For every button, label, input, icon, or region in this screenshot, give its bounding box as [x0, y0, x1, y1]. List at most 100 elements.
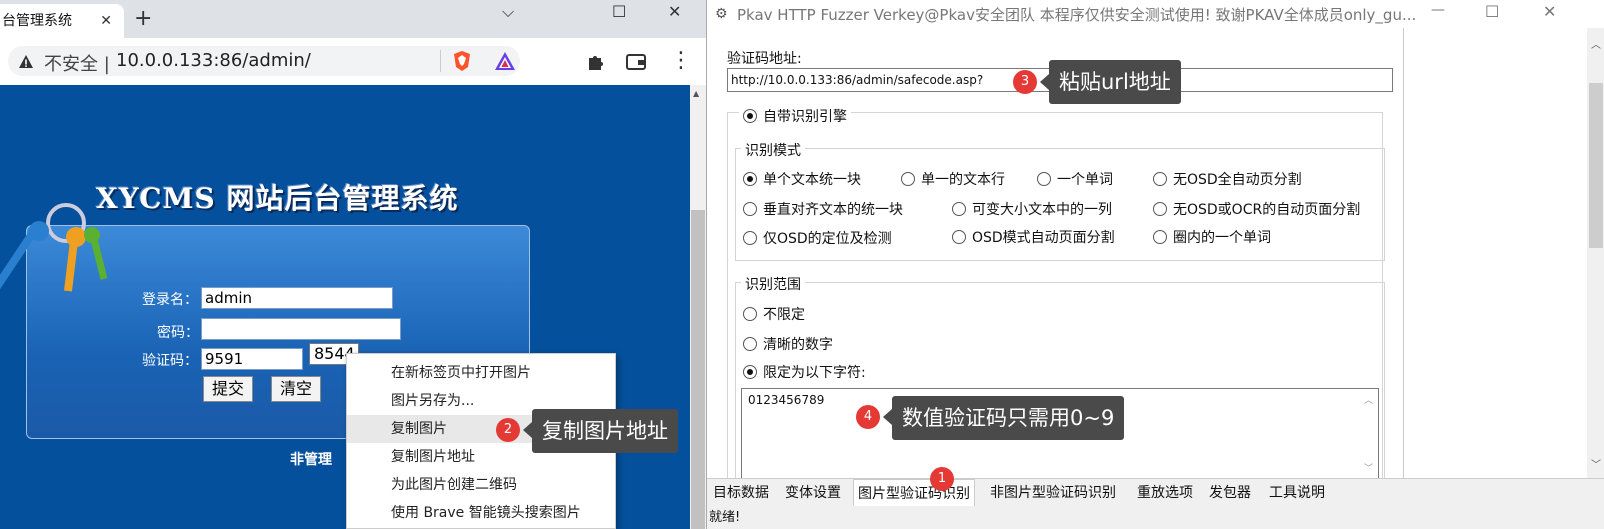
tab-tool-help[interactable]: 工具说明 [1265, 481, 1329, 507]
menu-item-lens-search[interactable]: 使用 Brave 智能镜头搜索图片 [347, 499, 615, 527]
captcha-label: 验证码： [142, 353, 198, 369]
radio-icon [743, 202, 757, 216]
submit-button[interactable]: 提交 [203, 376, 253, 402]
scroll-down-icon[interactable]: ﹀ [1364, 461, 1373, 474]
url-text[interactable]: 10.0.0.133:86/admin/ [116, 50, 311, 71]
browser-toolbar: 不安全 | 10.0.0.133:86/admin/ ⋮ [0, 38, 706, 85]
radio-icon [952, 202, 966, 216]
step-badge-1: 1 [930, 467, 954, 491]
mode-group-label: 识别模式 [741, 140, 805, 160]
app-icon: ⚙ [715, 6, 728, 22]
fuzzer-title: Pkav HTTP Fuzzer Verkey@Pkav安全团队 本程序仅供安全… [737, 6, 1417, 24]
clear-button[interactable]: 清空 [271, 376, 321, 402]
menu-item-open-image[interactable]: 在新标签页中打开图片 [347, 359, 615, 387]
fuzzer-tab-bar: 目标数据 变体设置 图片型验证码识别 非图片型验证码识别 重放选项 发包器 工具… [707, 478, 1604, 509]
tab-search-icon[interactable]: ⌵ [502, 2, 514, 22]
scroll-thumb[interactable] [1589, 83, 1603, 248]
close-icon[interactable]: ✕ [1543, 2, 1556, 21]
captcha-input[interactable]: 9591 [201, 348, 303, 370]
range-radio-0[interactable]: 不限定 [743, 304, 805, 324]
brave-rewards-icon[interactable] [494, 51, 516, 71]
tab-bar: 台管理系统 ✕ + ⌵ ☐ ✕ [0, 0, 706, 38]
page-scrollbar[interactable]: ▲ [690, 85, 706, 529]
toolbar-divider [440, 50, 441, 72]
callout-copy-image-address: 复制图片地址 [532, 409, 678, 453]
brave-shield-icon[interactable] [452, 50, 472, 72]
radio-icon [1037, 172, 1051, 186]
callout-arrow-2 [523, 422, 532, 438]
scroll-up-icon[interactable]: ︿ [1591, 36, 1601, 51]
callout-digits-only: 数值验证码只需用0~9 [892, 396, 1125, 440]
radio-icon [952, 230, 966, 244]
username-label: 登录名： [142, 292, 198, 308]
radio-icon [743, 307, 757, 321]
wallet-icon[interactable] [626, 53, 648, 71]
range-group-label: 识别范围 [741, 274, 805, 294]
radio-icon [901, 172, 915, 186]
extensions-icon[interactable] [586, 52, 606, 72]
engine-radio[interactable]: 自带识别引擎 [739, 106, 851, 126]
side-area [1403, 28, 1567, 482]
maximize-icon[interactable]: ☐ [612, 2, 626, 21]
mode-radio-1[interactable]: 单一的文本行 [901, 169, 1005, 189]
new-tab-button[interactable]: + [134, 6, 152, 31]
textarea-scrollbar[interactable]: ︿ ﹀ [1360, 389, 1378, 481]
captcha-url-label: 验证码地址: [727, 51, 802, 67]
allowed-chars-value: 0123456789 [748, 393, 825, 407]
tab-non-image-captcha[interactable]: 非图片型验证码识别 [986, 481, 1120, 507]
menu-item-create-qr[interactable]: 为此图片创建二维码 [347, 471, 615, 499]
keys-icon [0, 203, 108, 292]
mode-radio-2[interactable]: 一个单词 [1037, 169, 1113, 189]
radio-icon [743, 109, 757, 123]
step-badge-2: 2 [496, 418, 520, 442]
password-label: 密码： [157, 325, 199, 341]
scroll-up-icon[interactable]: ▲ [693, 89, 699, 98]
close-window-icon[interactable]: ✕ [668, 2, 681, 21]
scroll-down-icon[interactable]: ﹀ [1591, 456, 1601, 471]
step-badge-4: 4 [856, 405, 880, 429]
callout-paste-url: 粘贴url地址 [1049, 60, 1181, 104]
tab-image-captcha[interactable]: 图片型验证码识别 [853, 479, 975, 509]
tab-target-data[interactable]: 目标数据 [709, 481, 773, 507]
password-input[interactable] [201, 318, 401, 340]
minimize-icon[interactable]: — [1431, 2, 1445, 18]
callout-arrow-3 [1040, 74, 1049, 90]
maximize-icon[interactable]: ☐ [1485, 2, 1499, 21]
step-badge-3: 3 [1013, 70, 1037, 94]
tab-title: 台管理系统 [2, 13, 72, 29]
mode-radio-4[interactable]: 垂直对齐文本的统一块 [743, 199, 903, 219]
fuzzer-scrollbar[interactable]: ︿ ﹀ [1587, 28, 1604, 482]
radio-icon [1153, 230, 1167, 244]
cms-title: XYCMS 网站后台管理系统 [96, 182, 459, 215]
mode-radio-9[interactable]: 圈内的一个单词 [1153, 227, 1271, 247]
tab-replay-options[interactable]: 重放选项 [1133, 481, 1197, 507]
range-radio-1[interactable]: 清晰的数字 [743, 334, 833, 354]
mode-radio-8[interactable]: OSD模式自动页面分割 [952, 227, 1115, 247]
mode-radio-5[interactable]: 可变大小文本中的一列 [952, 199, 1112, 219]
mode-radio-3[interactable]: 无OSD全自动页分割 [1153, 169, 1302, 189]
scroll-up-icon[interactable]: ︿ [1364, 393, 1373, 406]
mode-radio-6[interactable]: 无OSD或OCR的自动页面分割 [1153, 199, 1360, 219]
mode-radio-0[interactable]: 单个文本统一块 [743, 169, 861, 189]
footer-text: 非管理 [290, 452, 332, 468]
radio-icon [743, 365, 757, 379]
radio-icon [1153, 172, 1167, 186]
range-radio-2[interactable]: 限定为以下字符: [743, 362, 866, 382]
insecure-label: 不安全 | [44, 54, 110, 75]
callout-arrow-4 [883, 409, 892, 425]
engine-label: 自带识别引擎 [763, 109, 847, 125]
username-input[interactable]: admin [201, 287, 393, 309]
radio-icon [743, 231, 757, 245]
tab-sender[interactable]: 发包器 [1205, 481, 1255, 507]
menu-icon[interactable]: ⋮ [670, 48, 692, 73]
radio-icon [743, 172, 757, 186]
browser-tab[interactable]: 台管理系统 ✕ [0, 4, 124, 38]
tab-variant-settings[interactable]: 变体设置 [781, 481, 845, 507]
address-bar[interactable]: 不安全 | 10.0.0.133:86/admin/ [8, 46, 520, 76]
scroll-thumb[interactable] [691, 210, 705, 529]
fuzzer-titlebar: ⚙ Pkav HTTP Fuzzer Verkey@Pkav安全团队 本程序仅供… [707, 0, 1604, 28]
radio-icon [743, 337, 757, 351]
tab-close-icon[interactable]: ✕ [100, 4, 112, 38]
mode-radio-7[interactable]: 仅OSD的定位及检测 [743, 228, 892, 248]
warning-icon [19, 55, 33, 68]
